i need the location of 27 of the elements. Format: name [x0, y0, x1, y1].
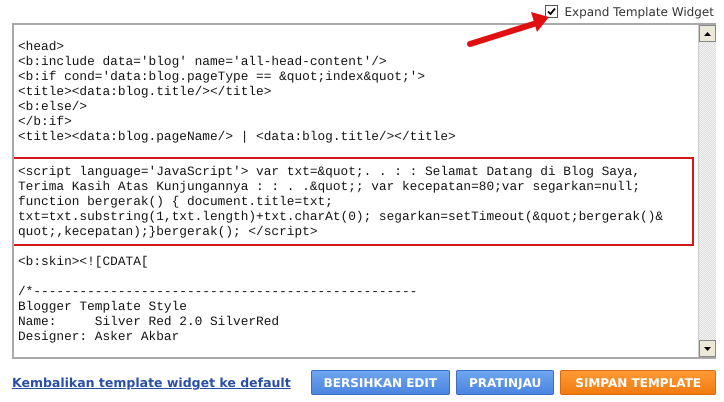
- code-line: <b:skin><![CDATA[: [18, 254, 150, 269]
- code-line: txt=txt.substring(1,txt.length)+txt.charAt(0); segarkan=setTimeout(&quot;bergerak()&: [18, 209, 664, 224]
- code-line: Designer: Asker Akbar: [18, 329, 180, 344]
- code-line: <script language='JavaScript'> var txt=&quot;. . : : Selamat Datang di Blog Saya,: [18, 164, 642, 179]
- reset-template-link[interactable]: Kembalikan template widget ke default: [12, 375, 291, 390]
- checkbox-label: Expand Template Widget: [564, 4, 714, 18]
- scrollbar[interactable]: [698, 25, 716, 357]
- scroll-up-icon[interactable]: [699, 25, 716, 42]
- code-line: <b:else/>: [18, 99, 88, 114]
- scroll-down-icon[interactable]: [699, 340, 716, 357]
- code-line: Terima Kasih Atas Kunjungannya : : . .&quot;; var kecepatan=80;var segarkan=null;: [18, 179, 642, 194]
- code-line: <head>: [18, 39, 66, 54]
- code-line: <title><data:blog.pageName/> | <data:blog.title/></title>: [18, 129, 457, 144]
- code-line: <b:if cond='data:blog.pageType == &quot;index&quot;'>: [18, 69, 426, 84]
- code-line: </b:if>: [18, 114, 73, 129]
- code-line: <title><data:blog.title/></title>: [18, 84, 272, 99]
- checkmark-icon: [547, 7, 556, 16]
- action-button[interactable]: SIMPAN TEMPLATE: [560, 370, 716, 395]
- action-button[interactable]: BERSIHKAN EDIT: [310, 370, 450, 395]
- code-line: quot;,kecepatan);}bergerak(); </script>: [18, 224, 318, 239]
- code-line: <b:include data='blog' name='all-head-content'/>: [18, 54, 388, 69]
- code-line: /*--------------------------------------------------: [18, 284, 418, 299]
- code-line: function bergerak() { document.title=txt;: [18, 194, 334, 209]
- expand-checkbox[interactable]: [545, 5, 558, 18]
- code-line: Blogger Template Style: [18, 299, 188, 314]
- code-line: Name: Silver Red 2.0 SilverRed: [18, 314, 280, 329]
- action-button[interactable]: PRATINJAU: [456, 370, 554, 395]
